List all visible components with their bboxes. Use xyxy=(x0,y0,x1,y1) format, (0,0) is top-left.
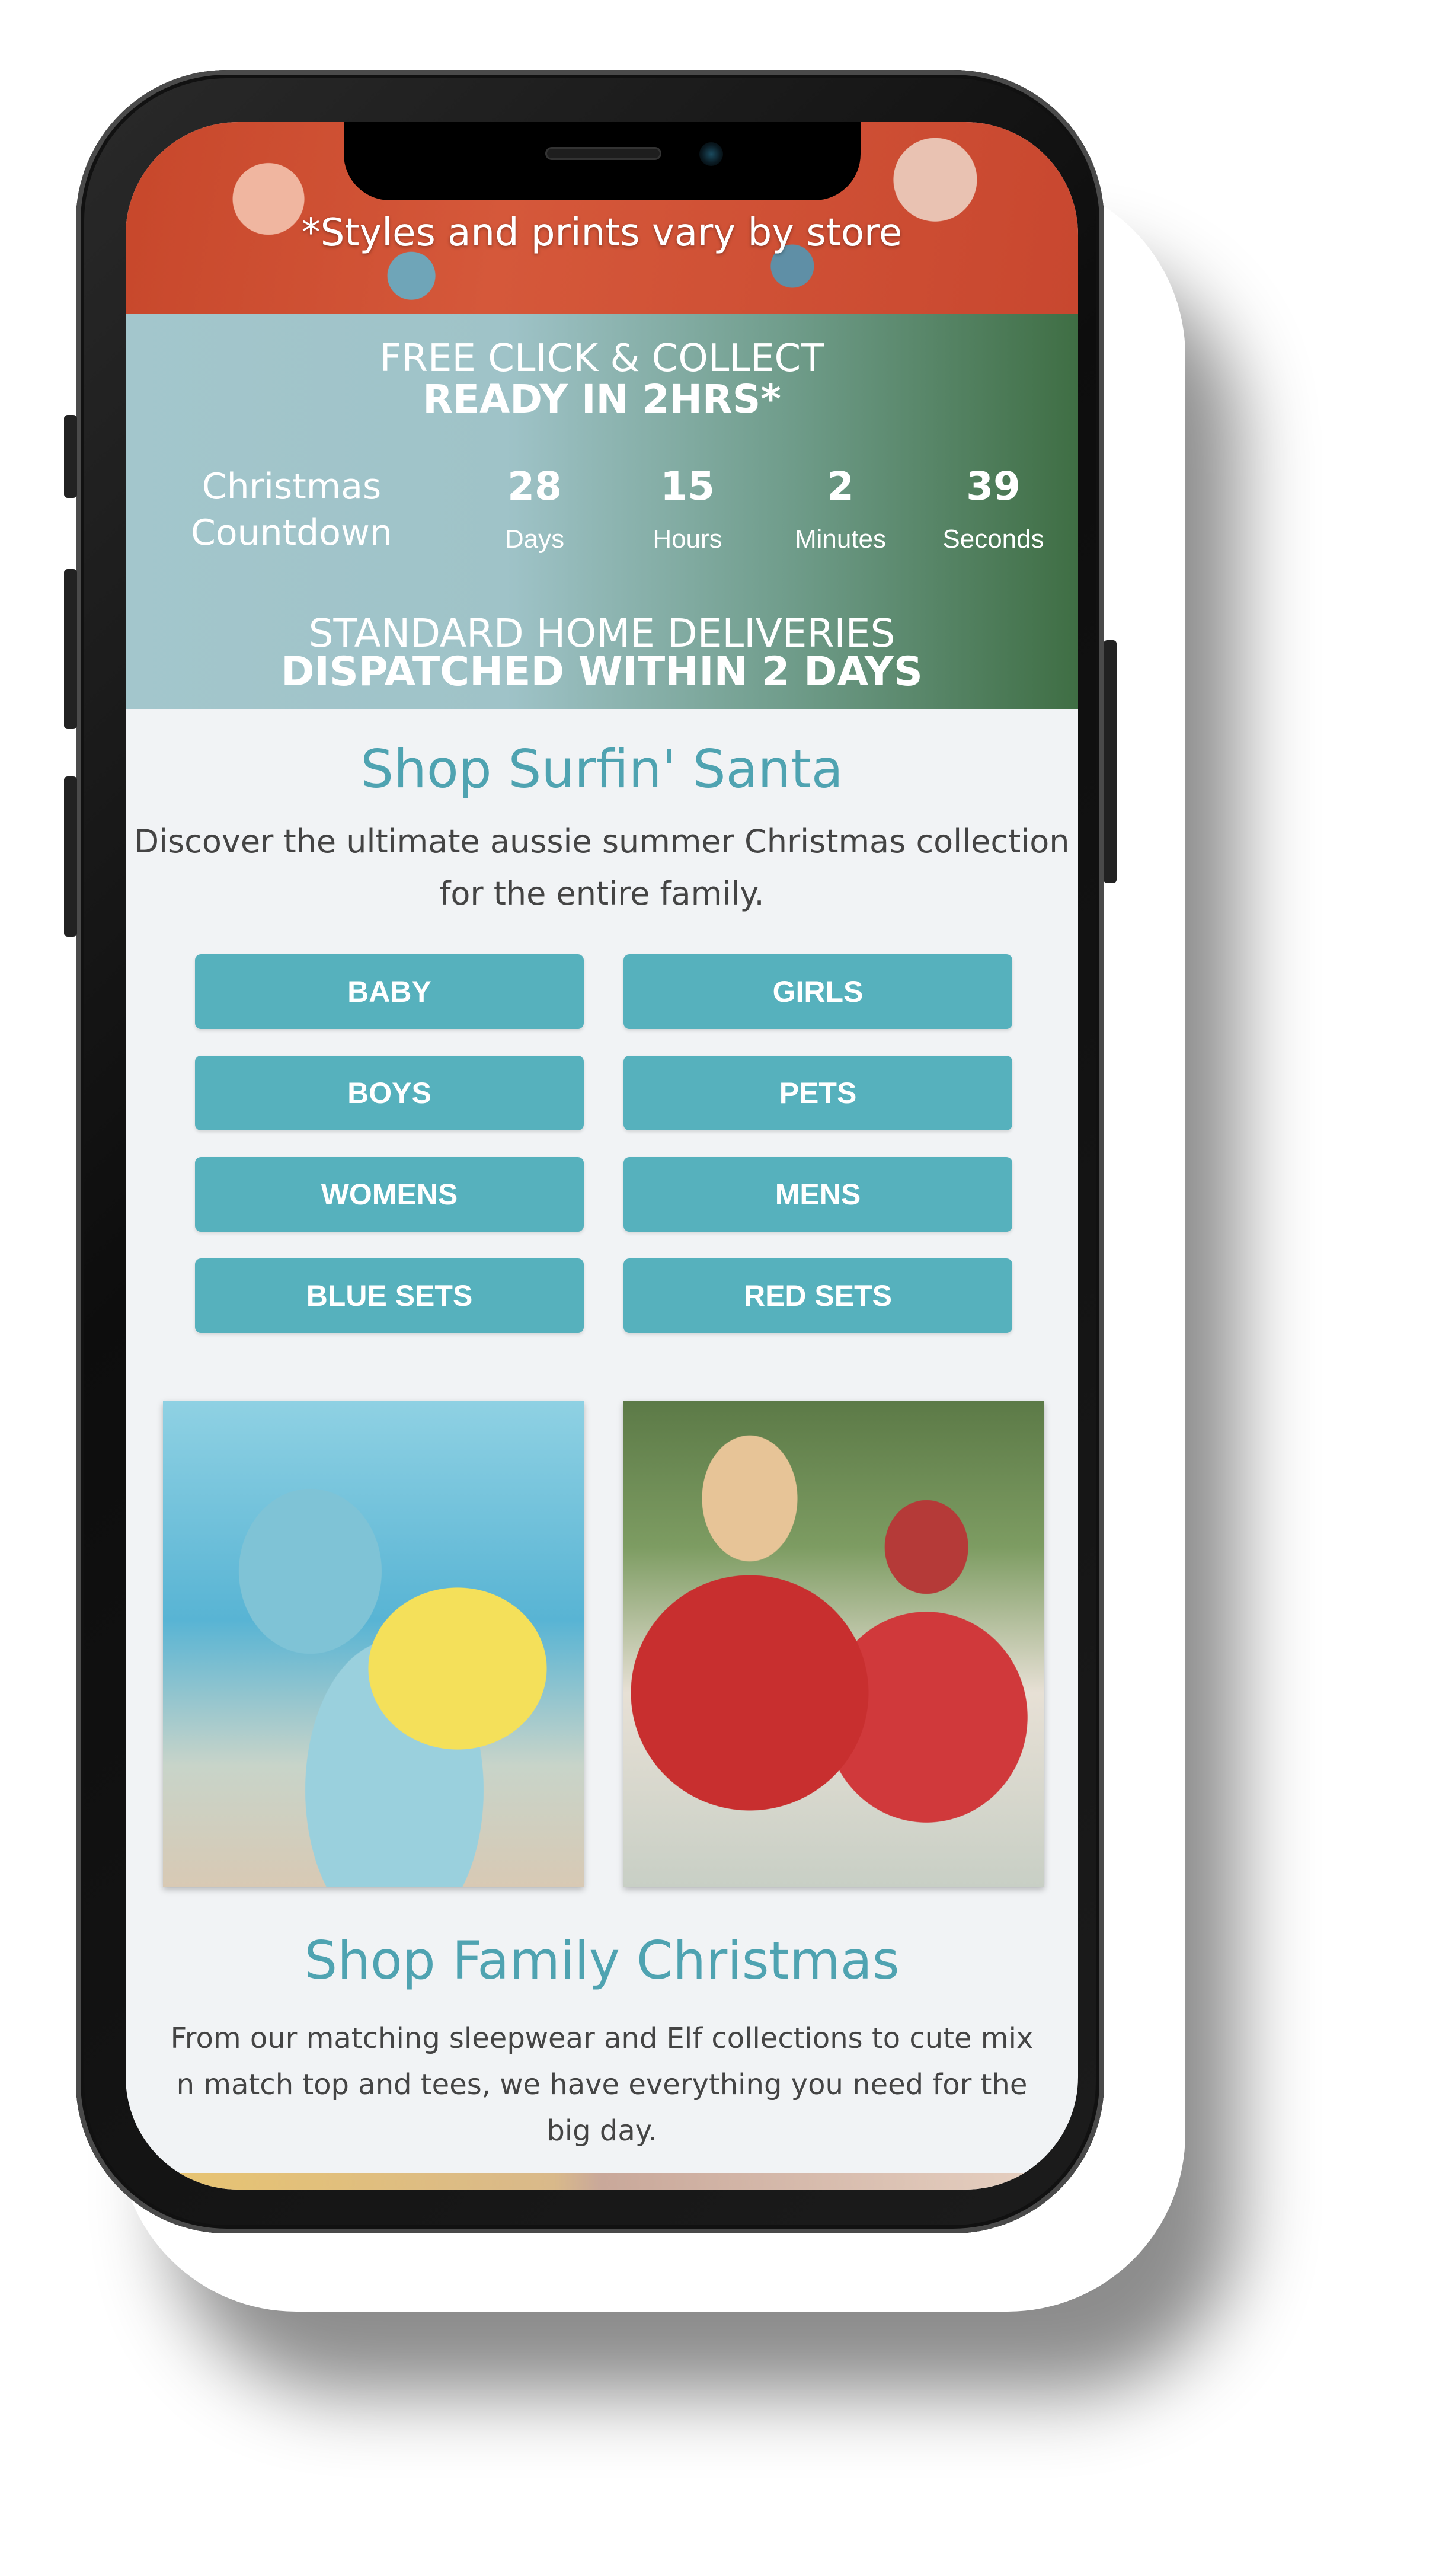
front-camera xyxy=(699,142,723,166)
surfin-santa-description: Discover the ultimate aussie summer Chri… xyxy=(134,823,1070,912)
next-section-image-strip xyxy=(126,2173,1078,2190)
family-christmas-title: Shop Family Christmas xyxy=(304,1930,900,1991)
countdown-label: Christmas Countdown xyxy=(190,466,393,554)
women-red-sets-photo[interactable] xyxy=(623,1401,1044,1887)
category-button-pets[interactable]: PETS xyxy=(623,1056,1012,1130)
christmas-countdown: Christmas Countdown 28 Days 15 Hours 2 M… xyxy=(126,464,1078,582)
category-button-red-sets[interactable]: RED SETS xyxy=(623,1258,1012,1333)
category-button-blue-sets[interactable]: BLUE SETS xyxy=(195,1258,584,1333)
category-button-womens[interactable]: WOMENS xyxy=(195,1157,584,1232)
category-button-girls[interactable]: GIRLS xyxy=(623,954,1012,1029)
countdown-days-value: 28 xyxy=(507,464,562,509)
earpiece-speaker xyxy=(545,147,661,160)
delivery-subheading: DISPATCHED WITHIN 2 DAYS xyxy=(281,648,923,695)
volume-down-button xyxy=(64,776,77,937)
promo-banner[interactable]: FREE CLICK & COLLECT READY IN 2HRS* Chri… xyxy=(126,314,1078,709)
click-collect-heading: FREE CLICK & COLLECT xyxy=(379,337,824,381)
countdown-days: 28 Days xyxy=(475,464,594,554)
family-christmas-description: From our matching sleepwear and Elf coll… xyxy=(170,2022,1034,2147)
click-collect-subheading: READY IN 2HRS* xyxy=(423,376,781,422)
category-button-mens[interactable]: MENS xyxy=(623,1157,1012,1232)
category-button-baby[interactable]: BABY xyxy=(195,954,584,1029)
countdown-minutes-label: Minutes xyxy=(794,525,887,554)
power-button xyxy=(1104,640,1117,883)
kids-blue-sets-photo[interactable] xyxy=(163,1401,584,1887)
phone-screen: *Styles and prints vary by store FREE CL… xyxy=(126,122,1078,2190)
countdown-minutes: 2 Minutes xyxy=(781,464,900,554)
volume-up-button xyxy=(64,569,77,729)
phone-notch xyxy=(344,122,861,200)
countdown-seconds: 39 Seconds xyxy=(934,464,1053,554)
countdown-hours-label: Hours xyxy=(653,525,722,554)
countdown-seconds-label: Seconds xyxy=(942,525,1044,554)
countdown-days-label: Days xyxy=(504,525,565,554)
category-button-boys[interactable]: BOYS xyxy=(195,1056,584,1130)
countdown-hours-value: 15 xyxy=(660,464,715,509)
silent-switch xyxy=(64,415,77,498)
countdown-hours: 15 Hours xyxy=(628,464,747,554)
countdown-minutes-value: 2 xyxy=(827,464,854,509)
store-styles-note: *Styles and prints vary by store xyxy=(301,211,903,255)
countdown-seconds-value: 39 xyxy=(966,464,1021,509)
surfin-santa-title: Shop Surfin' Santa xyxy=(360,739,843,800)
